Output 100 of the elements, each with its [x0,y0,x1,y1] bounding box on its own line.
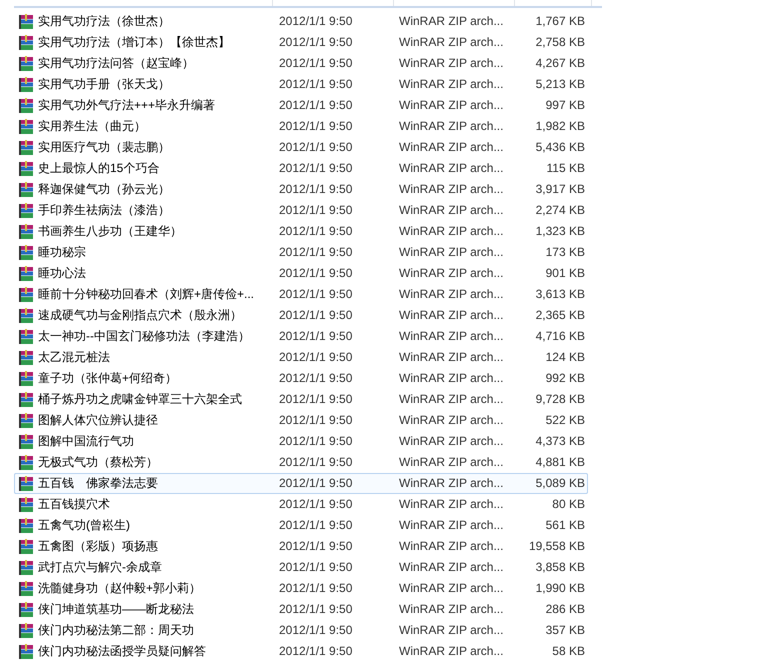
file-type: WinRAR ZIP arch... [399,538,504,555]
file-size: 173 KB [544,244,585,261]
file-date: 2012/1/1 9:50 [279,55,354,72]
file-type: WinRAR ZIP arch... [399,307,504,324]
file-row[interactable]: 五百钱 佛家拳法志要 2012/1/1 9:50 WinRAR ZIP arch... 5,089 KB [14,473,588,494]
file-name: 洗髓健身功（赵仲毅+郭小莉） [38,580,202,597]
archive-icon [18,182,34,198]
file-row[interactable]: 实用气功疗法问答（赵宝峰） 2012/1/1 9:50 WinRAR ZIP arch... 4,267 KB [14,53,588,74]
file-row[interactable]: 太一神功--中国玄门秘修功法（李建浩） 2012/1/1 9:50 WinRAR ZIP arch... 4,716 KB [14,326,588,347]
file-name: 五百钱摸穴术 [38,496,111,513]
file-type: WinRAR ZIP arch... [399,76,504,93]
file-row[interactable]: 童子功（张仲葛+何绍奇） 2012/1/1 9:50 WinRAR ZIP arch... 992 KB [14,368,588,389]
file-size: 4,716 KB [534,328,585,345]
file-name: 史上最惊人的15个巧合 [38,160,160,177]
file-date: 2012/1/1 9:50 [279,454,354,471]
file-size: 3,917 KB [534,181,585,198]
file-size: 5,089 KB [534,475,585,492]
file-row[interactable]: 实用医疗气功（裴志鹏） 2012/1/1 9:50 WinRAR ZIP arch... 5,436 KB [14,137,588,158]
file-row[interactable]: 手印养生祛病法（漆浩） 2012/1/1 9:50 WinRAR ZIP arch... 2,274 KB [14,200,588,221]
file-row[interactable]: 睡功秘宗 2012/1/1 9:50 WinRAR ZIP arch... 173 KB [14,242,588,263]
file-type: WinRAR ZIP arch... [399,118,504,135]
file-name: 速成硬气功与金刚指点穴术（殷永洲） [38,307,243,324]
file-row[interactable]: 图解人体穴位辨认捷径 2012/1/1 9:50 WinRAR ZIP arch... 522 KB [14,410,588,431]
file-row[interactable]: 史上最惊人的15个巧合 2012/1/1 9:50 WinRAR ZIP arch... 115 KB [14,158,588,179]
file-row[interactable]: 五百钱摸穴术 2012/1/1 9:50 WinRAR ZIP arch... 80 KB [14,494,588,515]
file-row[interactable]: 无极式气功（蔡松芳） 2012/1/1 9:50 WinRAR ZIP arch... 4,881 KB [14,452,588,473]
file-size: 1,982 KB [534,118,585,135]
file-row[interactable]: 睡功心法 2012/1/1 9:50 WinRAR ZIP arch... 901 KB [14,263,588,284]
file-date: 2012/1/1 9:50 [279,433,354,450]
file-type: WinRAR ZIP arch... [399,328,504,345]
file-row[interactable]: 实用气功手册（张天戈） 2012/1/1 9:50 WinRAR ZIP arch... 5,213 KB [14,74,588,95]
file-date: 2012/1/1 9:50 [279,286,354,303]
file-date: 2012/1/1 9:50 [279,139,354,156]
file-name: 太乙混元桩法 [38,349,111,366]
file-row[interactable]: 睡前十分钟秘功回春术（刘辉+唐传俭+... 2012/1/1 9:50 WinRAR ZIP arch... 3,613 KB [14,284,588,305]
file-row[interactable]: 图解中国流行气功 2012/1/1 9:50 WinRAR ZIP arch... 4,373 KB [14,431,588,452]
archive-icon [18,244,34,260]
file-row[interactable]: 侠门内功秘法函授学员疑问解答 2012/1/1 9:50 WinRAR ZIP arch... 58 KB [14,641,588,662]
archive-icon [18,14,34,30]
archive-icon [18,56,34,72]
file-size: 19,558 KB [528,538,585,555]
file-size: 2,365 KB [534,307,585,324]
archive-icon [18,350,34,366]
file-row[interactable]: 桶子炼丹功之虎啸金钟罩三十六架全式 2012/1/1 9:50 WinRAR ZIP arch... 9,728 KB [14,389,588,410]
archive-icon [18,518,34,534]
file-size: 1,323 KB [534,223,585,240]
file-row[interactable]: 太乙混元桩法 2012/1/1 9:50 WinRAR ZIP arch... 124 KB [14,347,588,368]
file-type: WinRAR ZIP arch... [399,265,504,282]
file-date: 2012/1/1 9:50 [279,475,354,492]
file-type: WinRAR ZIP arch... [399,223,504,240]
file-name: 武打点穴与解穴-余成章 [38,559,163,576]
file-row[interactable]: 实用气功疗法（增订本）【徐世杰】 2012/1/1 9:50 WinRAR ZIP arch... 2,758 KB [14,32,588,53]
file-date: 2012/1/1 9:50 [279,307,354,324]
archive-icon [18,202,34,218]
file-type: WinRAR ZIP arch... [399,412,504,429]
file-size: 4,881 KB [534,454,585,471]
file-row[interactable]: 实用气功疗法（徐世杰） 2012/1/1 9:50 WinRAR ZIP arch... 1,767 KB [14,11,588,32]
file-size: 901 KB [544,265,585,282]
file-date: 2012/1/1 9:50 [279,202,354,219]
archive-icon [18,76,34,92]
file-name: 太一神功--中国玄门秘修功法（李建浩） [38,328,251,345]
archive-icon [18,308,34,324]
file-name: 睡功心法 [38,265,87,282]
file-type: WinRAR ZIP arch... [399,181,504,198]
archive-icon [18,266,34,282]
file-row[interactable]: 侠门坤道筑基功——断龙秘法 2012/1/1 9:50 WinRAR ZIP arch... 286 KB [14,599,588,620]
file-row[interactable]: 实用气功外气疗法+++毕永升编著 2012/1/1 9:50 WinRAR ZIP arch... 997 KB [14,95,588,116]
file-size: 3,613 KB [534,286,585,303]
archive-icon [18,644,34,660]
file-name: 五百钱 佛家拳法志要 [38,475,159,492]
file-name: 实用气功疗法（增订本）【徐世杰】 [38,34,231,51]
file-type: WinRAR ZIP arch... [399,349,504,366]
file-row[interactable]: 书画养生八步功（王建华） 2012/1/1 9:50 WinRAR ZIP arch... 1,323 KB [14,221,588,242]
file-size: 2,274 KB [534,202,585,219]
file-type: WinRAR ZIP arch... [399,139,504,156]
file-size: 1,767 KB [534,13,585,30]
archive-icon [18,118,34,134]
file-date: 2012/1/1 9:50 [279,244,354,261]
file-size: 3,858 KB [534,559,585,576]
file-row[interactable]: 五禽图（彩版）项扬惠 2012/1/1 9:50 WinRAR ZIP arch... 19,558 KB [14,536,588,557]
file-size: 124 KB [544,349,585,366]
archive-icon [18,454,34,470]
file-type: WinRAR ZIP arch... [399,286,504,303]
file-row[interactable]: 洗髓健身功（赵仲毅+郭小莉） 2012/1/1 9:50 WinRAR ZIP arch... 1,990 KB [14,578,588,599]
file-name: 侠门内功秘法函授学员疑问解答 [38,643,207,660]
archive-icon [18,370,34,386]
file-row[interactable]: 五禽气功(曾崧生) 2012/1/1 9:50 WinRAR ZIP arch... 561 KB [14,515,588,536]
file-row[interactable]: 释迦保健气功（孙云光） 2012/1/1 9:50 WinRAR ZIP arch... 3,917 KB [14,179,588,200]
file-row[interactable]: 实用养生法（曲元） 2012/1/1 9:50 WinRAR ZIP arch... 1,982 KB [14,116,588,137]
file-row[interactable]: 速成硬气功与金刚指点穴术（殷永洲） 2012/1/1 9:50 WinRAR ZIP arch... 2,365 KB [14,305,588,326]
file-size: 4,267 KB [534,55,585,72]
file-size: 357 KB [544,622,585,639]
file-row[interactable]: 侠门内功秘法第二部：周天功 2012/1/1 9:50 WinRAR ZIP arch... 357 KB [14,620,588,641]
file-type: WinRAR ZIP arch... [399,97,504,114]
file-name: 无极式气功（蔡松芳） [38,454,159,471]
file-row[interactable]: 武打点穴与解穴-余成章 2012/1/1 9:50 WinRAR ZIP arch... 3,858 KB [14,557,588,578]
file-date: 2012/1/1 9:50 [279,496,354,513]
file-name: 图解中国流行气功 [38,433,135,450]
archive-icon [18,434,34,450]
file-date: 2012/1/1 9:50 [279,643,354,660]
